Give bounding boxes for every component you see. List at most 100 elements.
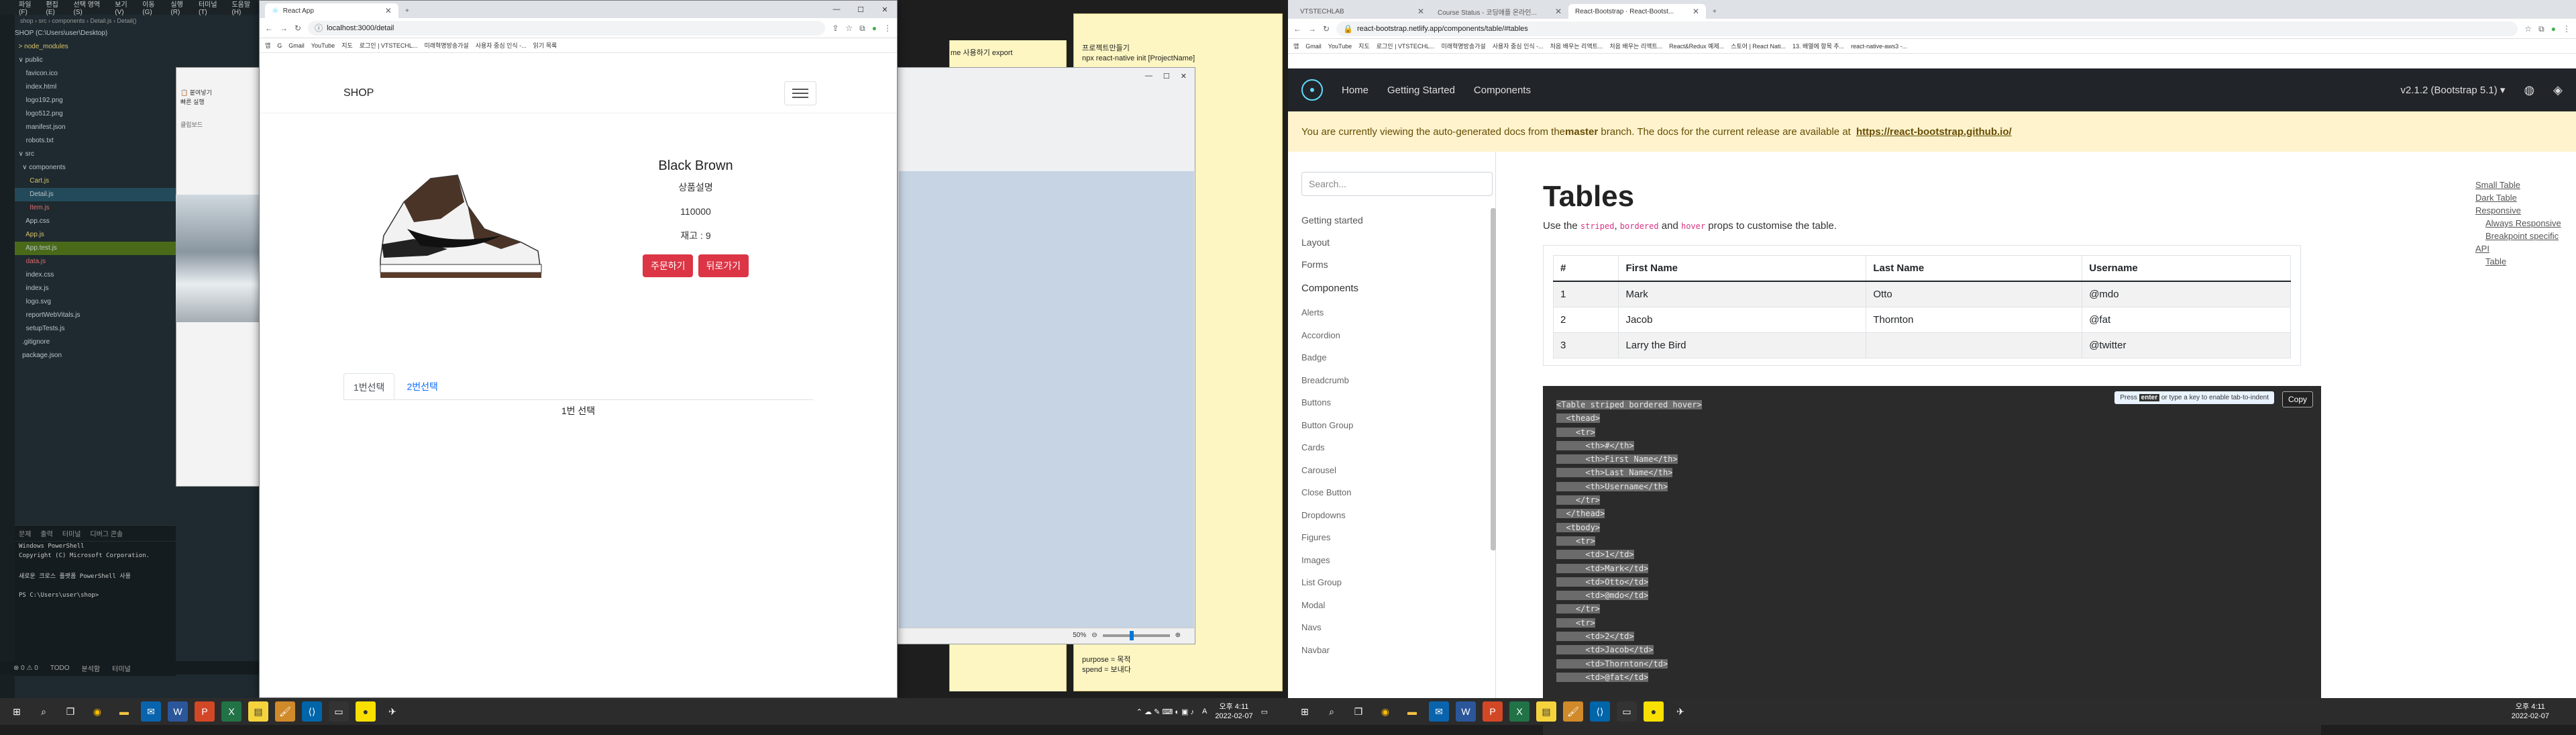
paint-canvas[interactable] (899, 171, 1194, 641)
task-view-icon[interactable]: ❐ (1348, 701, 1368, 722)
notification-icon[interactable]: ▭ (1261, 707, 1268, 716)
sticky-notes-icon[interactable]: ▤ (1536, 701, 1556, 722)
file-tree-item[interactable]: data.js (15, 255, 176, 268)
vscode-terminal[interactable]: 문제 출력 터미널 디버그 콘솔 Windows PowerShell Copyrigh… (15, 525, 176, 676)
maximize-icon[interactable]: ☐ (1163, 72, 1170, 81)
nav-components[interactable]: Components (1474, 85, 1531, 96)
sidebar-component-item[interactable]: Images (1288, 549, 1495, 572)
bookmark-item[interactable]: 지도 (341, 41, 353, 50)
release-docs-link[interactable]: https://react-bootstrap.github.io/ (1856, 126, 2012, 138)
sidebar-component-item[interactable]: Navbar (1288, 639, 1495, 662)
back-icon[interactable]: ← (265, 24, 273, 32)
url-input[interactable]: 🔒 react-bootstrap.netlify.app/components… (1336, 21, 2518, 36)
close-icon[interactable]: ✕ (873, 1, 897, 18)
react-bootstrap-logo[interactable] (1301, 79, 1323, 101)
outlook-icon[interactable]: ✉ (141, 701, 161, 722)
tab-react-app[interactable]: ⚛ React App ✕ (265, 3, 398, 18)
zoom-out-icon[interactable]: ⊖ (1091, 632, 1097, 639)
sidebar-component-item[interactable]: Badge (1288, 346, 1495, 369)
toc-link[interactable]: Always Responsive (2321, 217, 2576, 230)
vscode-file-tree[interactable]: SHOP (C:\Users\user\Desktop) > node_modu… (15, 27, 176, 537)
discord-icon[interactable]: ◈ (2553, 83, 2563, 97)
sidebar-component-item[interactable]: Alerts (1288, 301, 1495, 324)
bookmark-item[interactable]: 13. 배열에 항목 추... (1792, 42, 1844, 50)
sidebar-scrollbar[interactable] (1491, 208, 1496, 550)
github-icon[interactable]: ◍ (2524, 83, 2534, 97)
clock[interactable]: 오후 4:11 2022-02-07 (2512, 702, 2576, 721)
terminal-tab[interactable]: 터미널 (62, 528, 81, 538)
status-item[interactable]: 분석함 (82, 663, 101, 673)
bookmark-item[interactable]: YouTube (1328, 43, 1352, 50)
status-item[interactable]: 터미널 (112, 663, 131, 673)
file-tree-item[interactable]: App.css (15, 215, 176, 228)
bookmark-item[interactable]: 미래혁명방송가설 (424, 41, 468, 50)
terminal-icon[interactable]: ▭ (1617, 701, 1637, 722)
version-dropdown[interactable]: v2.1.2 (Bootstrap 5.1) ▾ (2400, 84, 2505, 96)
zoom-in-icon[interactable]: ⊕ (1175, 632, 1181, 639)
menu-item[interactable]: 터미널(T) (199, 0, 225, 16)
kakaotalk-icon[interactable]: ● (1644, 701, 1664, 722)
search-icon[interactable]: ⌕ (34, 701, 54, 722)
back-button[interactable]: 뒤로가기 (698, 254, 749, 277)
forward-icon[interactable]: → (280, 24, 288, 32)
sidebar-component-item[interactable]: Modal (1288, 594, 1495, 617)
nav-getting-started[interactable]: Getting Started (1387, 85, 1455, 96)
close-tab-icon[interactable]: ✕ (1417, 7, 1424, 15)
sidebar-item[interactable]: Layout (1288, 232, 1495, 254)
sidebar-component-item[interactable]: Breadcrumb (1288, 369, 1495, 392)
sidebar-component-item[interactable]: Button Group (1288, 414, 1495, 437)
file-tree-item[interactable]: robots.txt (15, 134, 176, 148)
vscode-breadcrumb[interactable]: shop › src › components › Detail.js › De… (20, 17, 137, 24)
word-icon[interactable]: W (168, 701, 188, 722)
tab-option-2[interactable]: 2번선택 (397, 373, 447, 399)
maximize-icon[interactable]: ☐ (849, 1, 873, 18)
app-icon[interactable]: ✈ (1670, 701, 1690, 722)
terminal-tab[interactable]: 디버그 콘솔 (90, 528, 123, 538)
sidebar-component-item[interactable]: Cards (1288, 436, 1495, 459)
chrome-icon[interactable]: ◉ (1375, 701, 1395, 722)
menu-item[interactable]: 보기(V) (115, 0, 136, 16)
sidebar-item[interactable]: Getting started (1288, 209, 1495, 232)
profile-avatar[interactable]: ● (2551, 25, 2556, 33)
chrome-icon[interactable]: ◉ (87, 701, 107, 722)
status-item[interactable]: ⊗ 0 ⚠ 0 (13, 665, 38, 672)
excel-icon[interactable]: X (221, 701, 241, 722)
file-tree-item[interactable]: Detail.js (15, 188, 176, 201)
search-icon[interactable]: ⌕ (1322, 701, 1342, 722)
bookmark-star-icon[interactable]: ☆ (2524, 25, 2532, 33)
file-tree-item[interactable]: index.html (15, 81, 176, 94)
file-tree-item[interactable]: logo.svg (15, 295, 176, 309)
reload-icon[interactable]: ↻ (294, 24, 301, 32)
terminal-tab[interactable]: 출력 (40, 528, 52, 538)
sidebar-component-item[interactable]: Buttons (1288, 391, 1495, 414)
code-editor[interactable]: Press enter or type a key to enable tab-… (1543, 386, 2321, 735)
browser-tab[interactable]: React-Bootstrap · React-Bootst... ✕ (1568, 4, 1706, 19)
bookmark-item[interactable]: 지도 (1358, 42, 1370, 50)
bookmark-item[interactable]: react-native-aws3 -... (1851, 43, 1907, 50)
file-tree-item[interactable]: > node_modules (15, 40, 176, 54)
url-input[interactable]: ⓘ localhost:3000/detail (308, 20, 826, 36)
app-icon[interactable]: ✈ (382, 701, 402, 722)
order-button[interactable]: 주문하기 (642, 254, 694, 277)
terminal-tab[interactable]: 문제 (19, 528, 31, 538)
bookmark-item[interactable]: 스토어 | React Nati... (1731, 42, 1786, 50)
minimize-icon[interactable]: — (1145, 72, 1152, 81)
terminal-tabs[interactable]: 문제 출력 터미널 디버그 콘솔 (15, 526, 176, 542)
minimize-icon[interactable]: — (824, 1, 849, 18)
bookmark-item[interactable]: 미래혁명방송가설 (1441, 42, 1485, 50)
file-tree-item[interactable]: index.css (15, 268, 176, 282)
file-tree-item[interactable]: Item.js (15, 201, 176, 215)
file-tree-item[interactable]: .gitignore (15, 336, 176, 349)
sidebar-item[interactable]: Forms (1288, 254, 1495, 276)
file-explorer-icon[interactable]: ▬ (114, 701, 134, 722)
menu-dots-icon[interactable]: ⋮ (2563, 25, 2571, 33)
vscode-icon[interactable]: ⟨⟩ (302, 701, 322, 722)
new-tab-button[interactable]: + (398, 3, 416, 18)
file-tree-item[interactable]: Cart.js (15, 175, 176, 188)
bookmark-item[interactable]: 처음 배우는 리액트... (1550, 42, 1603, 50)
outlook-icon[interactable]: ✉ (1429, 701, 1449, 722)
file-tree-item[interactable]: reportWebVitals.js (15, 309, 176, 322)
file-tree-item[interactable]: logo192.png (15, 94, 176, 107)
toc-link[interactable]: API (2321, 242, 2576, 255)
extensions-icon[interactable]: ⧉ (2538, 25, 2544, 33)
